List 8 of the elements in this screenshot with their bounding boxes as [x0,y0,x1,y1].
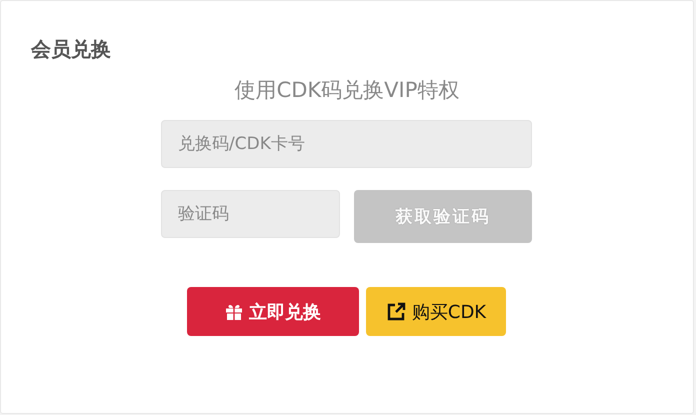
redeem-button[interactable]: 立即兑换 [187,287,359,336]
buy-button[interactable]: 购买CDK [366,287,506,336]
external-link-icon [386,302,406,322]
verification-code-field[interactable]: 验证码 [161,190,340,238]
cdk-input-field[interactable]: 兑换码/CDK卡号 [161,120,532,168]
subtitle: 使用CDK码兑换VIP特权 [234,77,460,104]
gift-icon [225,302,243,320]
page-title: 会员兑换 [31,36,112,63]
